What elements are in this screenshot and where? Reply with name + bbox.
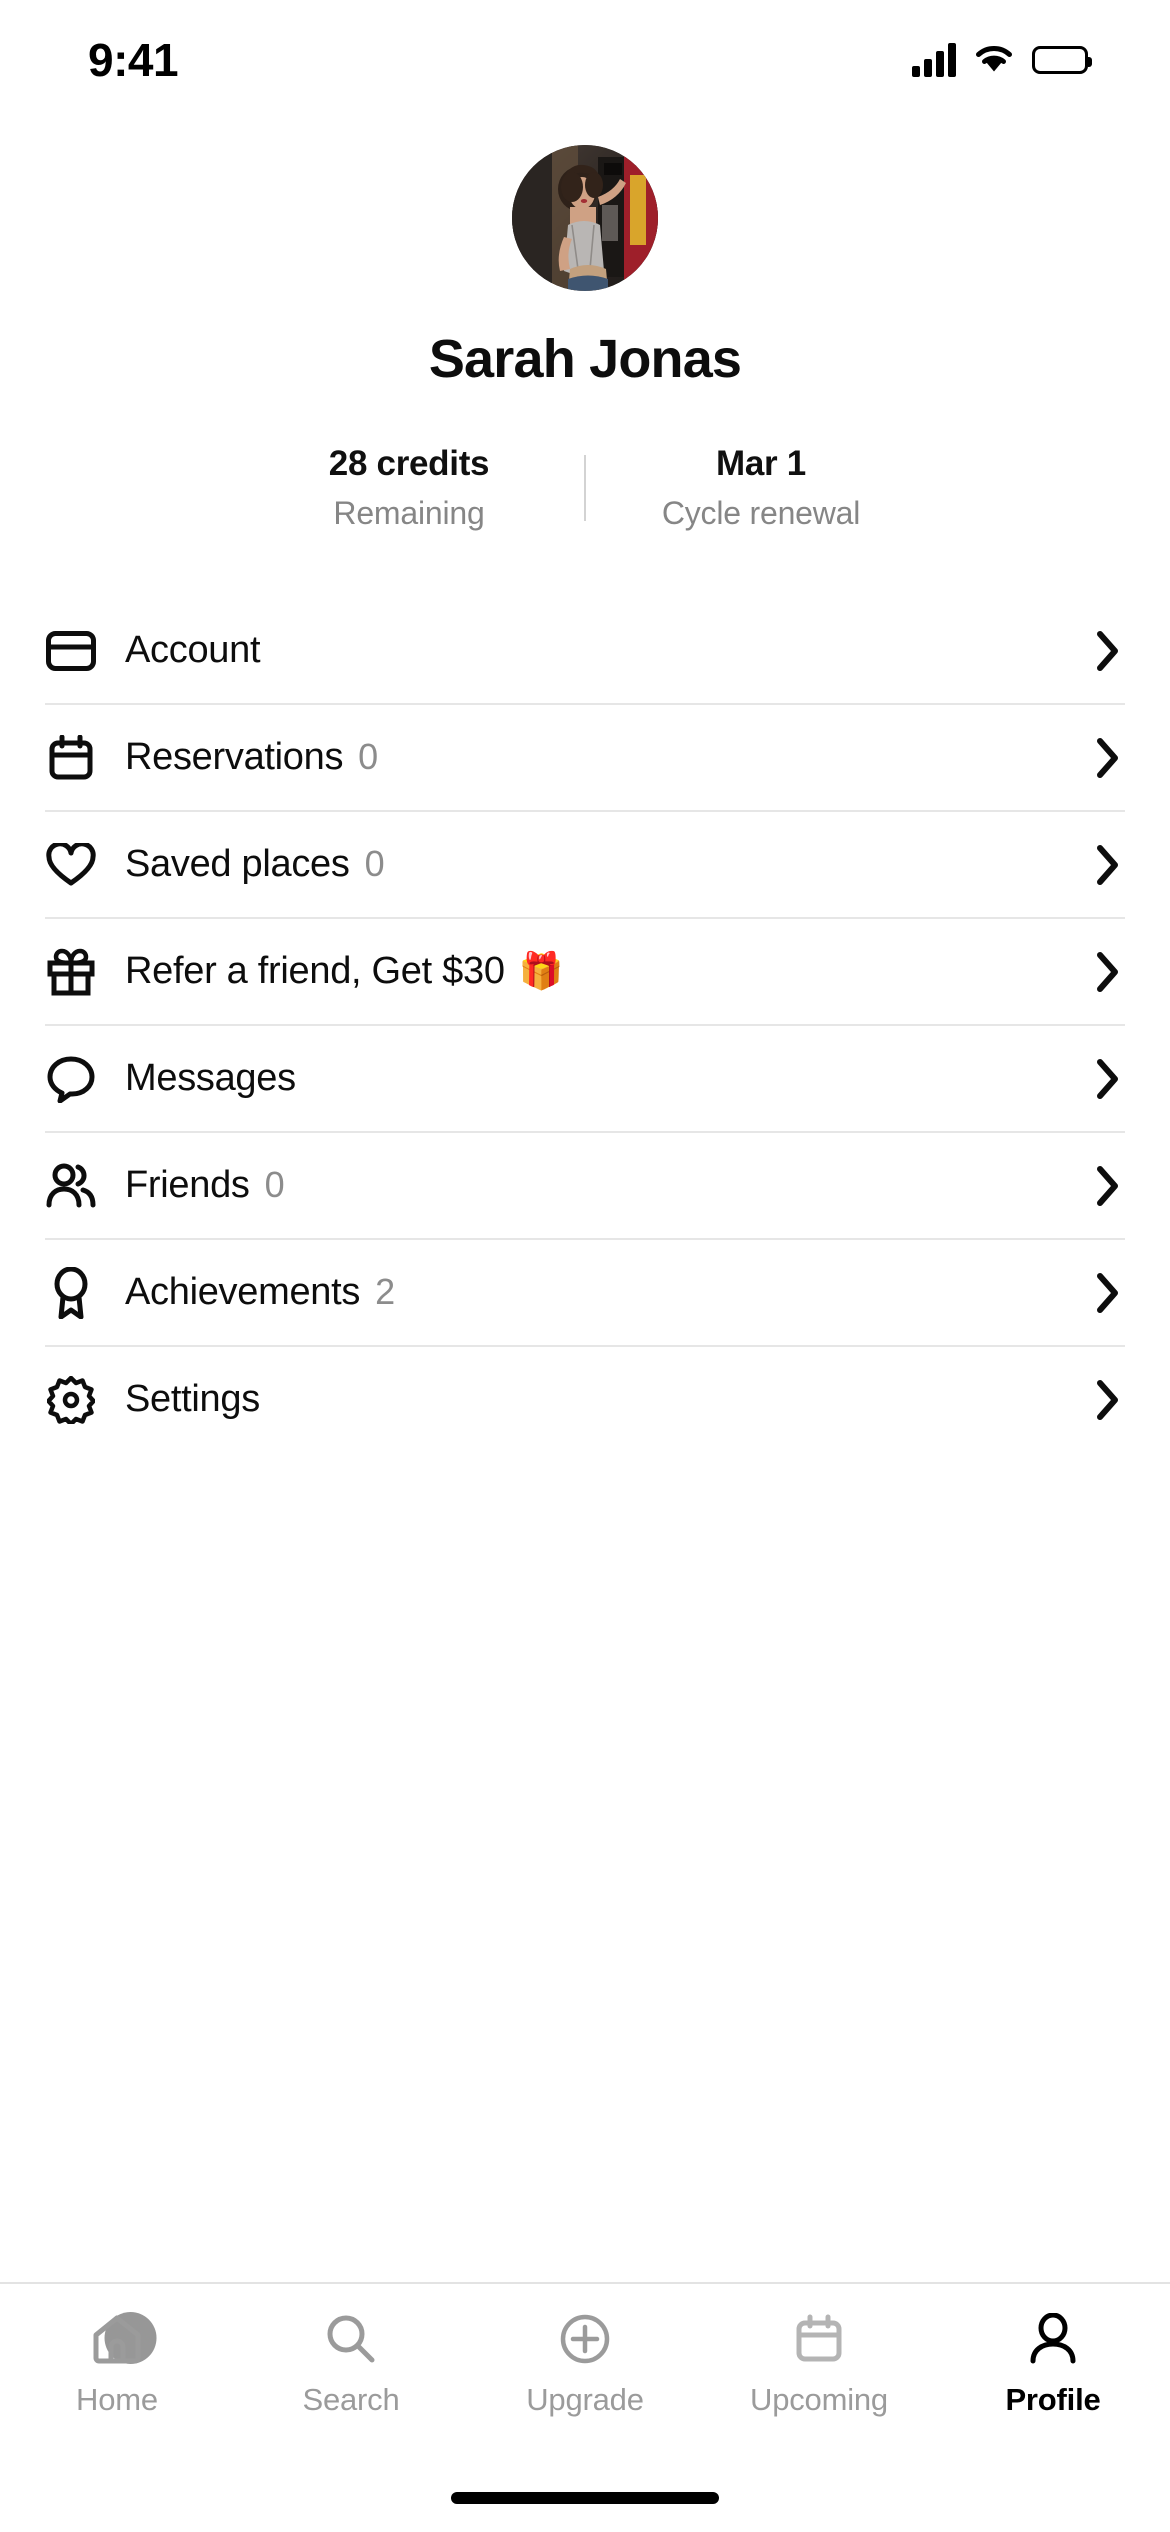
- bottom-tab-bar: Home Search Upgrade Upcoming Profile: [0, 2282, 1170, 2532]
- menu-item-count: 2: [375, 1271, 395, 1312]
- credit-card-icon: [45, 625, 97, 677]
- profile-menu-list: Account Reservations 0 Saved places 0 Re…: [0, 598, 1170, 1452]
- menu-item-messages[interactable]: Messages: [45, 1026, 1125, 1133]
- stat-renewal-label: Cycle renewal: [661, 495, 861, 531]
- tab-label: Upcoming: [750, 2382, 888, 2417]
- menu-item-friends[interactable]: Friends 0: [45, 1133, 1125, 1240]
- home-icon: [0, 2306, 234, 2372]
- tab-label: Home: [76, 2382, 158, 2417]
- chevron-right-icon[interactable]: [1095, 950, 1121, 994]
- menu-item-count: 0: [364, 843, 385, 884]
- menu-item-label: Friends: [125, 1164, 250, 1206]
- menu-item-reservations[interactable]: Reservations 0: [45, 705, 1125, 812]
- plus-circle-icon: [468, 2306, 702, 2372]
- battery-full-icon: [1032, 46, 1092, 74]
- menu-item-label: Reservations: [125, 736, 344, 778]
- chat-bubble-icon: [45, 1053, 97, 1105]
- menu-item-achievements[interactable]: Achievements 2: [45, 1240, 1125, 1347]
- award-medal-icon: [45, 1266, 97, 1319]
- tab-upcoming[interactable]: Upcoming: [702, 2306, 936, 2418]
- menu-item-reservations-text: Reservations 0: [125, 736, 1095, 779]
- chevron-right-icon[interactable]: [1095, 1271, 1121, 1315]
- menu-item-count: 0: [358, 736, 378, 777]
- tab-home[interactable]: Home: [0, 2306, 234, 2418]
- menu-item-messages-text: Messages: [125, 1057, 1095, 1100]
- menu-item-label: Achievements: [125, 1271, 361, 1313]
- menu-item-label: Messages: [125, 1057, 296, 1099]
- menu-item-label: Settings: [125, 1378, 260, 1420]
- menu-item-settings[interactable]: Settings: [45, 1347, 1125, 1452]
- tab-upgrade[interactable]: Upgrade: [468, 2306, 702, 2418]
- calendar-icon: [45, 732, 97, 784]
- menu-item-account-text: Account: [125, 629, 1095, 672]
- menu-item-refer-a-friend[interactable]: Refer a friend, Get $30 🎁: [45, 919, 1125, 1026]
- search-icon: [234, 2306, 468, 2372]
- menu-item-label: Saved places: [125, 843, 350, 885]
- chevron-right-icon[interactable]: [1095, 629, 1121, 673]
- stat-credits: 28 credits Remaining: [234, 444, 584, 532]
- stat-credits-label: Remaining: [333, 495, 485, 531]
- chevron-right-icon[interactable]: [1095, 736, 1121, 780]
- menu-item-settings-text: Settings: [125, 1378, 1095, 1421]
- status-bar-time: 9:41: [88, 34, 179, 86]
- home-indicator[interactable]: [451, 2492, 719, 2504]
- stat-credits-value: 28 credits: [328, 444, 490, 483]
- chevron-right-icon[interactable]: [1095, 1378, 1121, 1422]
- heart-icon: [45, 839, 97, 891]
- tab-label: Upgrade: [526, 2382, 644, 2417]
- chevron-right-icon[interactable]: [1095, 1057, 1121, 1101]
- menu-item-refer-a-friend-text: Refer a friend, Get $30 🎁: [125, 950, 1095, 993]
- gift-icon: [45, 946, 97, 998]
- chevron-right-icon[interactable]: [1095, 1164, 1121, 1208]
- cellular-signal-icon: [912, 43, 956, 77]
- stat-renewal: Mar 1 Cycle renewal: [586, 444, 936, 532]
- menu-item-count: 0: [264, 1164, 285, 1205]
- menu-item-label: Refer a friend, Get $30: [125, 950, 505, 992]
- menu-item-saved-places-text: Saved places 0: [125, 843, 1095, 886]
- calendar-icon: [702, 2306, 936, 2372]
- tab-profile[interactable]: Profile: [936, 2306, 1170, 2418]
- stats-row: 28 credits Remaining Mar 1 Cycle renewal: [0, 444, 1170, 532]
- chevron-right-icon[interactable]: [1095, 843, 1121, 887]
- gear-icon: [45, 1374, 97, 1426]
- tab-label: Profile: [1005, 2382, 1101, 2417]
- tab-label: Search: [302, 2382, 400, 2417]
- menu-item-saved-places[interactable]: Saved places 0: [45, 812, 1125, 919]
- people-icon: [45, 1160, 97, 1212]
- gift-emoji: 🎁: [518, 950, 564, 991]
- avatar[interactable]: [512, 145, 658, 291]
- page-title: Sarah Jonas: [428, 329, 742, 389]
- menu-item-achievements-text: Achievements 2: [125, 1271, 1095, 1314]
- stat-renewal-value: Mar 1: [716, 444, 806, 483]
- menu-item-friends-text: Friends 0: [125, 1164, 1095, 1207]
- wifi-icon: [973, 42, 1015, 79]
- profile-header: Sarah Jonas: [0, 120, 1170, 390]
- menu-item-label: Account: [125, 629, 261, 671]
- person-icon: [936, 2306, 1170, 2372]
- tab-search[interactable]: Search: [234, 2306, 468, 2418]
- status-bar: 9:41: [0, 0, 1170, 120]
- status-bar-indicators: [912, 42, 1092, 79]
- menu-item-account[interactable]: Account: [45, 598, 1125, 705]
